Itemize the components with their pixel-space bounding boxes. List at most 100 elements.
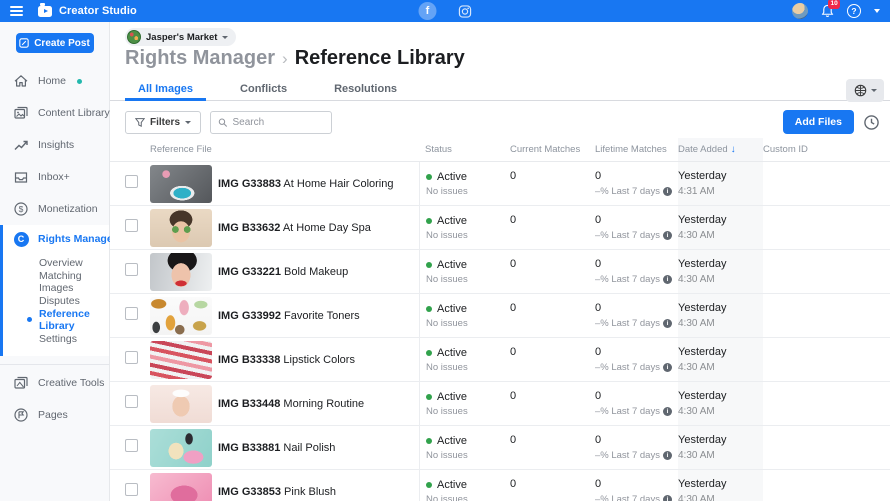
add-files-button[interactable]: Add Files bbox=[783, 110, 854, 134]
table-row[interactable]: IMG G33992 Favorite TonersActiveNo issue… bbox=[110, 294, 890, 338]
status-cell: ActiveNo issues bbox=[419, 382, 510, 425]
thumbnail-hair-coloring[interactable] bbox=[150, 165, 212, 203]
thumbnail-morning-routine[interactable] bbox=[150, 385, 212, 423]
reference-file-name[interactable]: IMG G33992 Favorite Toners bbox=[218, 310, 425, 322]
sidebar-item-monetization[interactable]: $Monetization bbox=[0, 193, 109, 225]
current-matches-cell: 0 bbox=[510, 294, 595, 337]
status-note: No issues bbox=[426, 230, 510, 241]
lifetime-matches-cell: 0–% Last 7 days i bbox=[595, 338, 678, 381]
checkbox-cell bbox=[125, 395, 150, 413]
sidebar-divider bbox=[0, 364, 109, 365]
chevron-down-icon[interactable] bbox=[874, 9, 880, 13]
facebook-icon[interactable]: f bbox=[419, 2, 437, 20]
thumbnail-cell bbox=[150, 429, 218, 467]
reference-file-name[interactable]: IMG G33221 Bold Makeup bbox=[218, 266, 425, 278]
column-header-date-added[interactable]: Date Added↓ bbox=[678, 138, 763, 161]
sidebar-item-label: Content Library bbox=[38, 107, 110, 119]
account-selector[interactable]: Jasper's Market bbox=[125, 28, 236, 46]
instagram-icon[interactable] bbox=[459, 5, 472, 18]
menu-icon[interactable] bbox=[10, 6, 23, 16]
table-row[interactable]: IMG G33221 Bold MakeupActiveNo issues00–… bbox=[110, 250, 890, 294]
status-cell: ActiveNo issues bbox=[419, 338, 510, 381]
active-status-dot bbox=[426, 218, 432, 224]
row-checkbox[interactable] bbox=[125, 439, 138, 452]
row-checkbox[interactable] bbox=[125, 175, 138, 188]
row-checkbox[interactable] bbox=[125, 351, 138, 364]
create-post-label: Create Post bbox=[34, 38, 90, 49]
info-icon[interactable]: i bbox=[663, 275, 672, 284]
sidebar-subitem-reference-library[interactable]: Reference Library bbox=[3, 310, 109, 329]
column-header-custom-id[interactable]: Custom ID bbox=[763, 144, 880, 155]
row-checkbox[interactable] bbox=[125, 263, 138, 276]
column-header-reference-file[interactable]: Reference File bbox=[150, 144, 425, 155]
breadcrumb-parent[interactable]: Rights Manager bbox=[125, 47, 275, 70]
info-icon[interactable]: i bbox=[663, 407, 672, 416]
checkbox-cell bbox=[125, 219, 150, 237]
table-row[interactable]: IMG B33338 Lipstick ColorsActiveNo issue… bbox=[110, 338, 890, 382]
custom-id-cell bbox=[763, 294, 880, 337]
tab-conflicts[interactable]: Conflicts bbox=[227, 78, 300, 100]
sidebar-item-inbox[interactable]: Inbox+ bbox=[0, 161, 109, 193]
status-cell: ActiveNo issues bbox=[419, 294, 510, 337]
row-checkbox[interactable] bbox=[125, 395, 138, 408]
table-row[interactable]: IMG B33632 At Home Day SpaActiveNo issue… bbox=[110, 206, 890, 250]
sidebar-subitem-settings[interactable]: Settings bbox=[3, 329, 109, 348]
info-icon[interactable]: i bbox=[663, 319, 672, 328]
info-icon[interactable]: i bbox=[663, 495, 672, 501]
sidebar-item-content-library[interactable]: Content Library bbox=[0, 97, 109, 129]
reference-file-name[interactable]: IMG B33338 Lipstick Colors bbox=[218, 354, 425, 366]
activity-log-button[interactable] bbox=[863, 114, 880, 131]
info-icon[interactable]: i bbox=[663, 187, 672, 196]
reference-file-name[interactable]: IMG B33881 Nail Polish bbox=[218, 442, 425, 454]
create-post-button[interactable]: Create Post bbox=[16, 33, 94, 53]
tab-all-images[interactable]: All Images bbox=[125, 78, 206, 100]
table-row[interactable]: IMG G33883 At Home Hair ColoringActiveNo… bbox=[110, 162, 890, 206]
table-row[interactable]: IMG G33853 Pink BlushActiveNo issues00–%… bbox=[110, 470, 890, 501]
sidebar-item-pages[interactable]: Pages bbox=[0, 399, 109, 431]
reference-file-name[interactable]: IMG G33853 Pink Blush bbox=[218, 486, 425, 498]
thumbnail-favorite-toners[interactable] bbox=[150, 297, 212, 335]
info-icon[interactable]: i bbox=[663, 451, 672, 460]
thumbnail-day-spa[interactable] bbox=[150, 209, 212, 247]
active-status-dot bbox=[426, 174, 432, 180]
info-icon[interactable]: i bbox=[663, 363, 672, 372]
avatar[interactable] bbox=[792, 3, 808, 19]
search-input[interactable] bbox=[233, 117, 325, 128]
custom-id-cell bbox=[763, 162, 880, 205]
sidebar-item-rights-manager[interactable]: CRights Manager bbox=[3, 225, 109, 253]
sidebar-item-creative-tools[interactable]: Creative Tools bbox=[0, 367, 109, 399]
notifications-icon[interactable]: 10 bbox=[821, 4, 834, 18]
tab-resolutions[interactable]: Resolutions bbox=[321, 78, 410, 100]
thumbnail-nail-polish[interactable] bbox=[150, 429, 212, 467]
lifetime-matches-cell: 0–% Last 7 days i bbox=[595, 470, 678, 501]
sidebar-item-insights[interactable]: Insights bbox=[0, 129, 109, 161]
language-selector-button[interactable] bbox=[846, 79, 884, 102]
table-row[interactable]: IMG B33881 Nail PolishActiveNo issues00–… bbox=[110, 426, 890, 470]
row-checkbox[interactable] bbox=[125, 307, 138, 320]
thumbnail-bold-makeup[interactable] bbox=[150, 253, 212, 291]
status-note: No issues bbox=[426, 318, 510, 329]
column-header-status[interactable]: Status bbox=[425, 144, 510, 155]
info-icon[interactable]: i bbox=[663, 231, 672, 240]
thumbnail-lipstick-colors[interactable] bbox=[150, 341, 212, 379]
date-added-cell: Yesterday4:30 AM bbox=[678, 206, 763, 249]
thumbnail-cell bbox=[150, 253, 218, 291]
thumbnail-pink-blush[interactable] bbox=[150, 473, 212, 501]
reference-file-name[interactable]: IMG B33632 At Home Day Spa bbox=[218, 222, 425, 234]
thumbnail-cell bbox=[150, 297, 218, 335]
filters-button[interactable]: Filters bbox=[125, 111, 201, 134]
row-checkbox[interactable] bbox=[125, 219, 138, 232]
reference-file-name[interactable]: IMG B33448 Morning Routine bbox=[218, 398, 425, 410]
help-icon[interactable]: ? bbox=[847, 4, 861, 18]
column-header-current-matches[interactable]: Current Matches bbox=[510, 144, 595, 155]
reference-file-name[interactable]: IMG G33883 At Home Hair Coloring bbox=[218, 178, 425, 190]
column-header-lifetime-matches[interactable]: Lifetime Matches bbox=[595, 144, 678, 155]
row-checkbox[interactable] bbox=[125, 483, 138, 496]
active-status-dot bbox=[426, 306, 432, 312]
sidebar-subitem-matching-images[interactable]: Matching Images bbox=[3, 272, 109, 291]
status-note: No issues bbox=[426, 494, 510, 501]
checkbox-cell bbox=[125, 483, 150, 501]
sidebar-item-home[interactable]: Home bbox=[0, 65, 109, 97]
custom-id-cell bbox=[763, 382, 880, 425]
table-row[interactable]: IMG B33448 Morning RoutineActiveNo issue… bbox=[110, 382, 890, 426]
